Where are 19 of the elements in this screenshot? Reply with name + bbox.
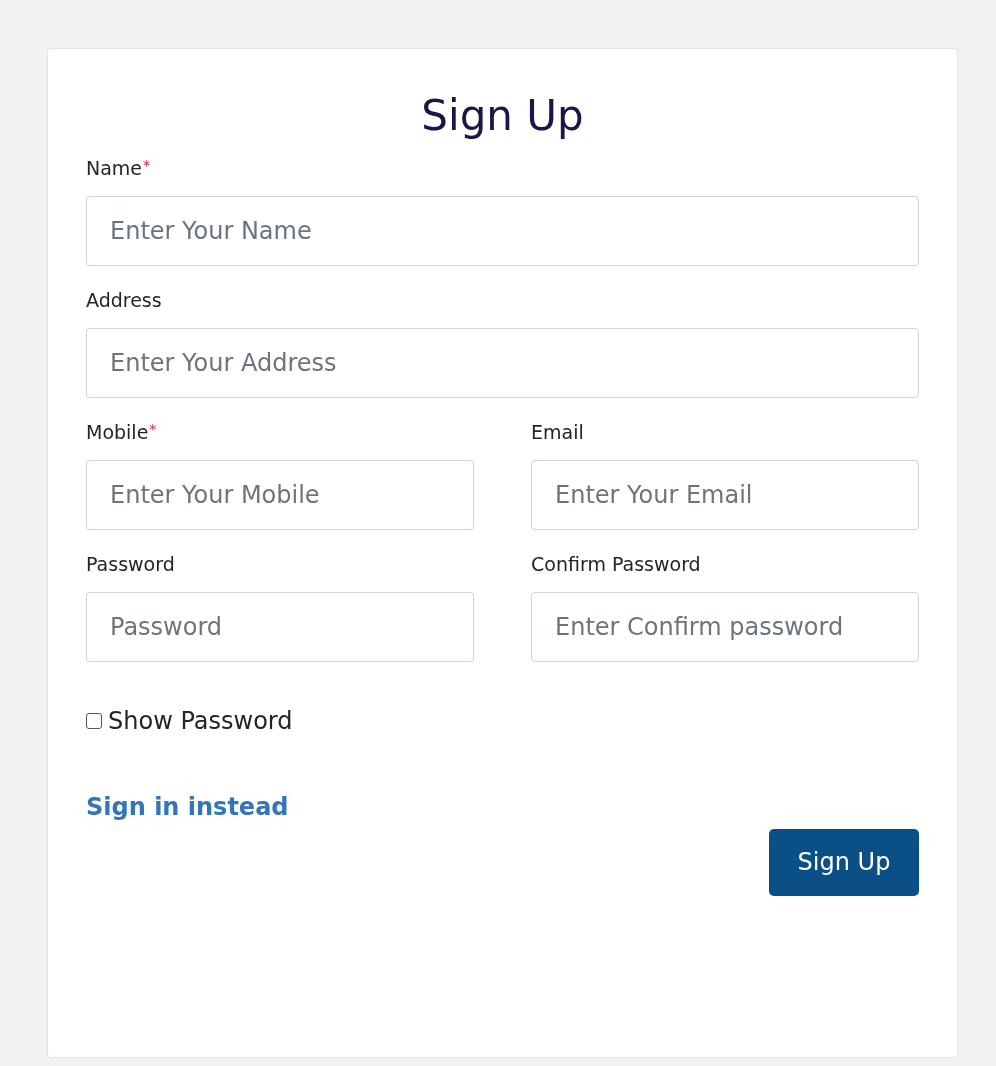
field-label: Confirm Password bbox=[531, 552, 701, 576]
form-title: Sign Up bbox=[420, 91, 585, 142]
input-field[interactable]: Enter Your Mobile bbox=[86, 459, 474, 530]
field-label: Email bbox=[531, 421, 584, 444]
input-field[interactable]: Enter Your Address bbox=[86, 328, 919, 398]
required-mark: * bbox=[149, 421, 157, 438]
required-mark: * bbox=[143, 157, 151, 175]
field-label: Address bbox=[86, 289, 162, 312]
sign-in-link[interactable]: Sign in instead bbox=[86, 792, 289, 821]
field-label: Mobile bbox=[86, 421, 149, 444]
input-field[interactable]: Password bbox=[86, 591, 474, 662]
checkbox-label: Show Password bbox=[108, 706, 293, 735]
input-field[interactable]: Enter Confirm password bbox=[531, 591, 919, 662]
checkbox[interactable] bbox=[86, 712, 102, 729]
input-field[interactable]: Enter Your Name bbox=[86, 196, 919, 267]
sign-up-button[interactable]: Sign Up bbox=[769, 828, 919, 896]
input-field[interactable]: Enter Your Email bbox=[531, 459, 919, 530]
field-label: Password bbox=[86, 552, 175, 576]
field-label: Name bbox=[86, 157, 143, 181]
